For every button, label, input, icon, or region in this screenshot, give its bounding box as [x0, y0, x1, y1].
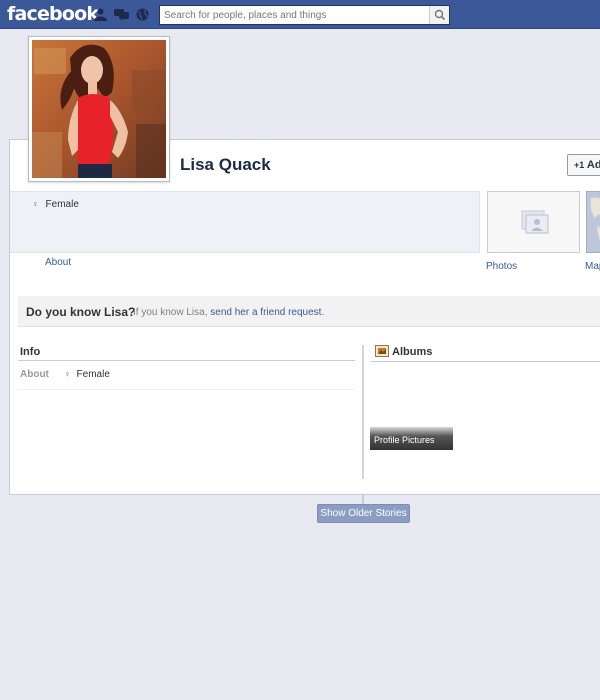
- search-button[interactable]: [429, 6, 449, 24]
- about-row-value: ♀ Female: [64, 369, 110, 380]
- do-you-know-prefix: If you know Lisa,: [133, 307, 211, 318]
- profile-name[interactable]: Lisa Quack: [180, 155, 271, 175]
- map-tile[interactable]: [586, 191, 600, 253]
- do-you-know-title: Do you know Lisa?: [26, 305, 136, 319]
- profile-picture[interactable]: [28, 36, 170, 182]
- about-gender-text: Female: [76, 369, 110, 380]
- search-box: [159, 5, 450, 25]
- info-divider: [18, 360, 355, 361]
- female-icon: ♀: [64, 369, 71, 379]
- notifications-globe-icon[interactable]: [135, 8, 150, 21]
- album-title: Profile Pictures: [374, 435, 435, 445]
- info-section-heading: Info: [20, 346, 41, 358]
- photos-tile[interactable]: [487, 191, 580, 253]
- gender-text: Female: [45, 199, 79, 210]
- add-friend-icon: +1: [574, 160, 585, 170]
- info-row-divider: [18, 389, 355, 390]
- gender-row: ♀ Female: [32, 199, 79, 210]
- map-thumbnail-icon: [590, 197, 600, 241]
- friend-requests-icon[interactable]: [93, 8, 108, 21]
- timeline-line: [362, 345, 364, 479]
- about-tab-link[interactable]: About: [45, 257, 71, 268]
- add-friend-label: Ad: [586, 159, 600, 171]
- intro-summary: ♀ Female: [10, 191, 480, 253]
- messages-icon[interactable]: [114, 8, 129, 21]
- do-you-know-text: If you know Lisa, send her a friend requ…: [133, 307, 324, 318]
- do-you-know-prompt: Do you know Lisa? If you know Lisa, send…: [18, 296, 600, 327]
- photos-link[interactable]: Photos: [486, 261, 517, 272]
- profile-pictures-album[interactable]: Profile Pictures: [370, 427, 453, 450]
- albums-section-heading: Albums: [392, 346, 433, 358]
- search-input[interactable]: [160, 6, 430, 24]
- albums-divider: [370, 361, 600, 362]
- do-you-know-suffix: .: [321, 307, 325, 318]
- about-row-label: About: [20, 369, 49, 380]
- facebook-logo[interactable]: facebook: [7, 3, 99, 25]
- show-older-stories-button[interactable]: Show Older Stories: [317, 504, 410, 523]
- search-icon: [434, 9, 446, 21]
- profile-photo: [32, 40, 166, 178]
- top-bar: facebook: [0, 0, 600, 29]
- female-icon: ♀: [32, 199, 39, 209]
- send-friend-request-link[interactable]: send her a friend request: [210, 307, 321, 318]
- photos-placeholder-icon: [521, 210, 549, 234]
- albums-icon: [375, 345, 389, 357]
- map-link[interactable]: Map: [585, 261, 600, 272]
- add-friend-button[interactable]: +1 Ad: [567, 154, 600, 176]
